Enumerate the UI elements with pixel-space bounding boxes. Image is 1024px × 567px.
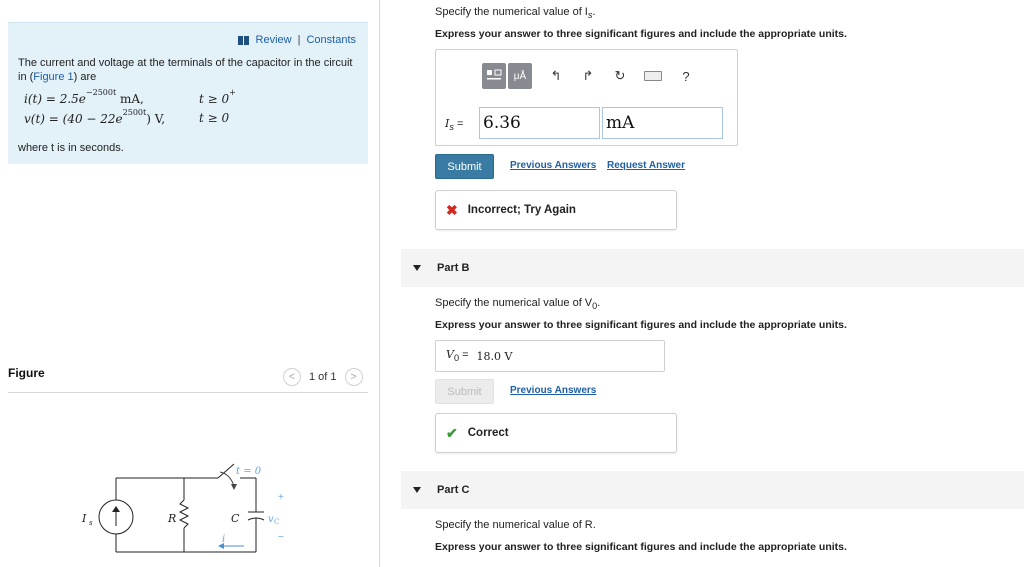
- redo-icon[interactable]: ↱: [580, 68, 596, 84]
- part-c-question: Specify the numerical value of R.: [435, 519, 596, 531]
- problem-info-box: Review | Constants The current and volta…: [8, 22, 368, 164]
- vc-minus: −: [278, 532, 284, 543]
- part-c-header[interactable]: Part C: [401, 471, 1024, 509]
- vo-label-eq: =: [459, 349, 469, 362]
- part-c-title: Part C: [437, 484, 470, 496]
- templates-button[interactable]: [482, 63, 506, 89]
- part-b-header[interactable]: Part B: [401, 249, 1024, 287]
- part-a-feedback: ✖ Incorrect; Try Again: [435, 190, 677, 230]
- part-b-answer-box: V0 = 18.0 V: [435, 340, 665, 372]
- eq1-lhs: i(t) = 2.5e: [24, 92, 86, 106]
- collapse-triangle-icon: [413, 265, 421, 271]
- figure-link[interactable]: Figure 1: [33, 71, 73, 83]
- part-c-instruction: Express your answer to three significant…: [435, 541, 847, 553]
- source-arrow-icon: [112, 506, 120, 512]
- voltage-equation: v(t) = (40 − 22e2500t) V,: [24, 108, 166, 126]
- answer-label-eq: =: [453, 118, 464, 130]
- circuit-diagram: t = 0 I s R C v C + − i: [81, 463, 284, 553]
- part-b-submit-button: Submit: [435, 379, 494, 404]
- eq2-condition: t ≥ 0: [199, 111, 230, 125]
- constants-link[interactable]: Constants: [306, 34, 356, 46]
- current-condition: t ≥ 0+: [199, 88, 236, 106]
- part-a-previous-answers-link[interactable]: Previous Answers: [510, 160, 596, 171]
- part-a-question: Specify the numerical value of Is.: [435, 6, 596, 20]
- switch-label: t = 0: [236, 466, 262, 477]
- figure-divider: [8, 392, 368, 393]
- eq2-exponent: 2500t: [122, 108, 147, 117]
- toolbar-button-group: μÅ: [482, 63, 532, 89]
- part-b-title: Part B: [437, 262, 470, 274]
- part-a-submit-button[interactable]: Submit: [435, 154, 494, 179]
- book-icon: [237, 35, 250, 45]
- answer-unit-input[interactable]: mA: [602, 107, 723, 139]
- units-button[interactable]: μÅ: [508, 63, 532, 89]
- part-a-question-text: Specify the numerical value of I: [435, 6, 588, 18]
- intro-suffix: ) are: [73, 71, 97, 83]
- part-b-previous-answers-link[interactable]: Previous Answers: [510, 385, 596, 396]
- part-b-question: Specify the numerical value of V0.: [435, 297, 600, 311]
- current-label: i: [222, 534, 225, 545]
- part-b-feedback-text: Correct: [467, 427, 509, 439]
- part-b-instruction: Express your answer to three significant…: [435, 319, 847, 331]
- correct-check-icon: ✔: [446, 424, 458, 441]
- part-a-instruction: Express your answer to three significant…: [435, 28, 847, 40]
- resistor-label: R: [167, 512, 176, 525]
- pager-text: 1 of 1: [309, 371, 337, 383]
- capacitor-label: C: [231, 512, 240, 525]
- eq1-condition-sup: +: [229, 88, 236, 97]
- part-b-feedback: ✔ Correct: [435, 413, 677, 453]
- source-sub: s: [89, 519, 93, 527]
- part-a-question-end: .: [592, 6, 596, 18]
- vc-sub: C: [274, 518, 279, 526]
- separator: |: [297, 34, 301, 46]
- answer-pane: Specify the numerical value of Is. Expre…: [401, 0, 1024, 567]
- part-b-question-text: Specify the numerical value of V: [435, 297, 593, 309]
- collapse-triangle-icon: [413, 487, 421, 493]
- part-a-feedback-text: Incorrect; Try Again: [467, 204, 576, 216]
- problem-pane: Review | Constants The current and volta…: [0, 0, 380, 567]
- current-equation: i(t) = 2.5e−2500t mA,: [24, 88, 144, 106]
- next-figure-button[interactable]: >: [344, 368, 363, 386]
- part-a-answer-panel: μÅ ↰ ↱ ↻ ? Is = 6.36 mA: [435, 49, 738, 146]
- eq1-unit: mA,: [116, 92, 144, 106]
- vc-plus: +: [278, 492, 284, 503]
- vo-label-main: V: [446, 348, 454, 362]
- review-constants-bar: Review | Constants: [237, 34, 356, 46]
- incorrect-x-icon: ✖: [446, 201, 458, 218]
- figure-pager: < 1 of 1 >: [283, 368, 363, 386]
- answer-value-input[interactable]: 6.36: [479, 107, 600, 139]
- request-answer-link[interactable]: Request Answer: [607, 160, 685, 171]
- switch-arrow-icon: [231, 484, 237, 490]
- figure-title: Figure: [8, 366, 45, 380]
- templates-icon: [487, 69, 502, 80]
- help-button[interactable]: ?: [678, 69, 694, 84]
- where-text: where t is in seconds.: [18, 142, 124, 154]
- math-toolbar: μÅ ↰ ↱ ↻ ?: [482, 63, 694, 89]
- voltage-condition: t ≥ 0: [199, 111, 229, 125]
- undo-icon[interactable]: ↰: [548, 68, 564, 84]
- eq1-exponent: −2500t: [85, 88, 117, 97]
- part-b-answer-value: 18.0 V: [476, 349, 513, 363]
- part-b-question-end: .: [597, 297, 601, 309]
- eq2-lhs: v(t) = (40 − 22e: [24, 112, 123, 126]
- problem-statement: The current and voltage at the terminals…: [18, 56, 358, 84]
- reset-icon[interactable]: ↻: [612, 68, 628, 84]
- source-label: I: [81, 512, 87, 525]
- part-b-answer-label: V0 =: [446, 348, 469, 363]
- keyboard-icon[interactable]: [644, 71, 662, 81]
- review-link[interactable]: Review: [256, 34, 292, 46]
- eq1-condition: t ≥ 0: [199, 92, 230, 106]
- part-a-answer-label: Is =: [445, 117, 463, 132]
- eq2-unit: ) V,: [146, 112, 166, 126]
- prev-figure-button[interactable]: <: [283, 368, 301, 386]
- units-label: μÅ: [513, 70, 527, 82]
